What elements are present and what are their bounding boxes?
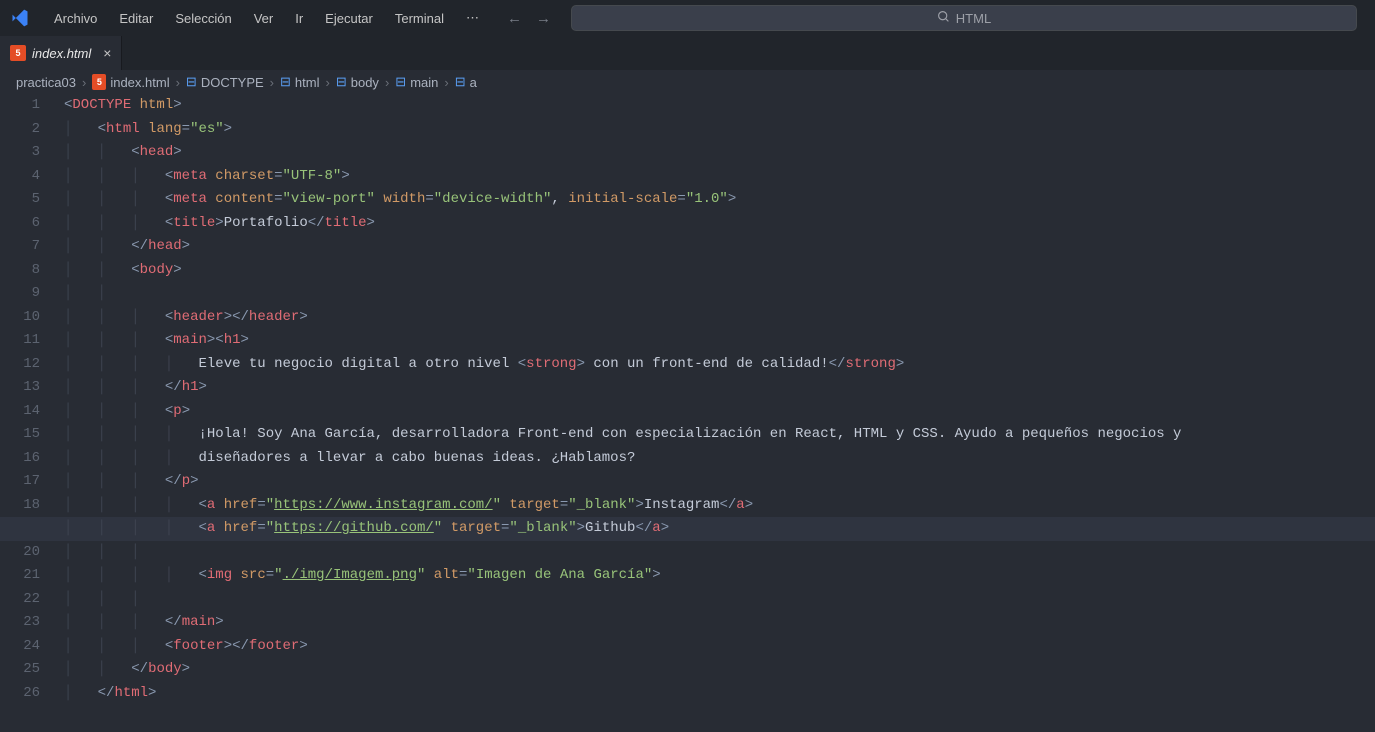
menu-archivo[interactable]: Archivo [44, 7, 107, 30]
code-line[interactable]: │ │ │ │ Eleve tu negocio digital a otro … [64, 353, 1375, 377]
search-icon [937, 10, 950, 26]
symbol-icon: ⊟ [395, 74, 406, 90]
code-line[interactable]: │ │ │ <meta charset="UTF-8"> [64, 165, 1375, 189]
search-placeholder: HTML [956, 11, 991, 26]
code-line[interactable]: │ <html lang="es"> [64, 118, 1375, 142]
code-line[interactable]: │ │ │ │ <a href="https://www.instagram.c… [64, 494, 1375, 518]
code-line[interactable]: │ │ │ <title>Portafolio</title> [64, 212, 1375, 236]
code-line[interactable]: │ │ </body> [64, 658, 1375, 682]
code-line[interactable]: │ │ │ <p> [64, 400, 1375, 424]
code-line[interactable]: │ │ <body> [64, 259, 1375, 283]
nav-back-icon[interactable]: ← [507, 10, 522, 27]
code-line[interactable]: │ │ │ <main><h1> [64, 329, 1375, 353]
tab-close-icon[interactable]: × [103, 45, 111, 61]
symbol-icon: ⊟ [186, 74, 197, 90]
menu-overflow-icon[interactable]: ⋯ [458, 6, 487, 30]
code-line[interactable]: │ │ │ [64, 541, 1375, 565]
menu-ejecutar[interactable]: Ejecutar [315, 7, 383, 30]
editor[interactable]: 1234567891011121314151617181920212223242… [0, 94, 1375, 732]
code-line[interactable]: │ </html> [64, 682, 1375, 706]
symbol-icon: ⊟ [455, 74, 466, 90]
code-line[interactable]: │ │ │ <header></header> [64, 306, 1375, 330]
nav-arrows: ← → [507, 10, 551, 27]
code-line[interactable]: │ │ │ │ diseñadores a llevar a cabo buen… [64, 447, 1375, 471]
chevron-right-icon: › [385, 75, 389, 90]
symbol-icon: ⊟ [280, 74, 291, 90]
breadcrumbs: practica03 › 5index.html › ⊟DOCTYPE › ⊟h… [0, 70, 1375, 94]
code-line[interactable]: │ │ │ [64, 588, 1375, 612]
html5-icon: 5 [92, 75, 106, 89]
html5-icon: 5 [10, 45, 26, 61]
tab-index-html[interactable]: 5 index.html × [0, 36, 122, 70]
menu-ir[interactable]: Ir [285, 7, 313, 30]
tabs-bar: 5 index.html × [0, 36, 1375, 70]
code-line[interactable]: │ │ │ │ <img src="./img/Imagem.png" alt=… [64, 564, 1375, 588]
line-gutter: 1234567891011121314151617181920212223242… [0, 94, 64, 732]
menu-seleccion[interactable]: Selección [165, 7, 241, 30]
vscode-logo-icon [8, 6, 32, 30]
symbol-icon: ⊟ [336, 74, 347, 90]
titlebar: Archivo Editar Selección Ver Ir Ejecutar… [0, 0, 1375, 36]
menu-editar[interactable]: Editar [109, 7, 163, 30]
chevron-right-icon: › [270, 75, 274, 90]
chevron-right-icon: › [444, 75, 448, 90]
menu-ver[interactable]: Ver [244, 7, 284, 30]
code-area[interactable]: <DOCTYPE html>│ <html lang="es">│ │ <hea… [64, 94, 1375, 732]
menu-terminal[interactable]: Terminal [385, 7, 454, 30]
code-line[interactable]: │ │ │ │ <a href="https://github.com/" ta… [64, 517, 1375, 541]
tab-label: index.html [32, 46, 91, 61]
chevron-right-icon: › [325, 75, 329, 90]
crumb-doctype[interactable]: ⊟DOCTYPE [186, 74, 264, 90]
crumb-html[interactable]: ⊟html [280, 74, 319, 90]
code-line[interactable]: │ │ </head> [64, 235, 1375, 259]
code-line[interactable]: │ │ │ <meta content="view-port" width="d… [64, 188, 1375, 212]
code-line[interactable]: │ │ │ </main> [64, 611, 1375, 635]
code-line[interactable]: │ │ [64, 282, 1375, 306]
crumb-main[interactable]: ⊟main [395, 74, 438, 90]
code-line[interactable]: <DOCTYPE html> [64, 94, 1375, 118]
crumb-body[interactable]: ⊟body [336, 74, 379, 90]
code-line[interactable]: │ │ <head> [64, 141, 1375, 165]
code-line[interactable]: │ │ │ <footer></footer> [64, 635, 1375, 659]
nav-forward-icon[interactable]: → [536, 10, 551, 27]
menu-bar: Archivo Editar Selección Ver Ir Ejecutar… [44, 7, 454, 30]
code-line[interactable]: │ │ │ </p> [64, 470, 1375, 494]
chevron-right-icon: › [176, 75, 180, 90]
crumb-folder[interactable]: practica03 [16, 75, 76, 90]
crumb-a[interactable]: ⊟a [455, 74, 477, 90]
chevron-right-icon: › [82, 75, 86, 90]
code-line[interactable]: │ │ │ </h1> [64, 376, 1375, 400]
code-line[interactable]: │ │ │ │ ¡Hola! Soy Ana García, desarroll… [64, 423, 1375, 447]
command-center-search[interactable]: HTML [571, 5, 1357, 31]
crumb-file[interactable]: 5index.html [92, 75, 169, 90]
